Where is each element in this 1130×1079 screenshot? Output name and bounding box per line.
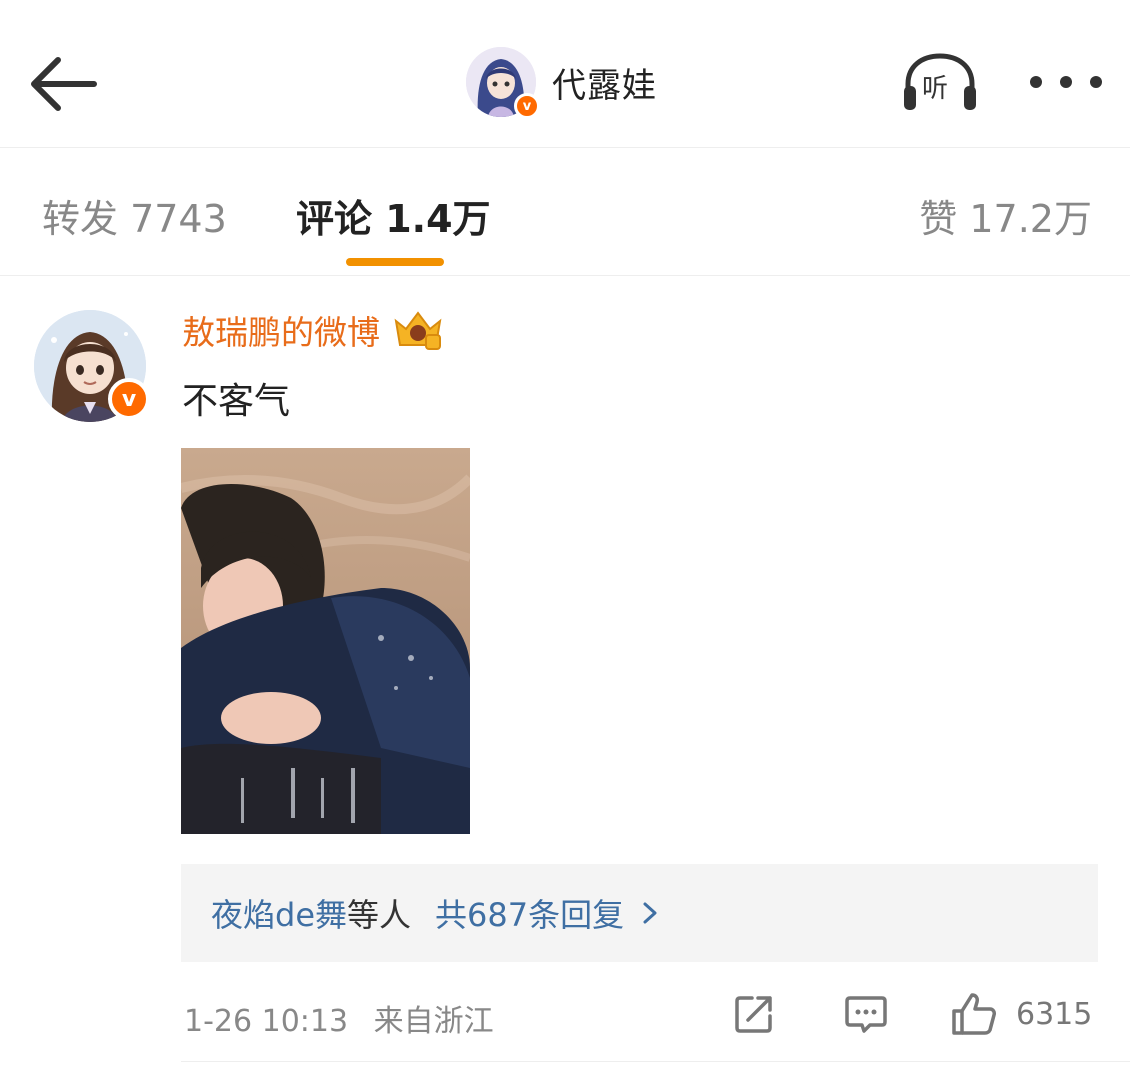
- more-dots-icon: [1030, 76, 1042, 88]
- reply-users[interactable]: 夜焰de舞: [211, 890, 347, 936]
- divider: [181, 1061, 1130, 1062]
- replies-summary[interactable]: 夜焰de舞 等人 共687条回复: [181, 864, 1098, 962]
- page-title: 代露娃: [552, 65, 657, 106]
- chevron-right-icon: [643, 902, 657, 924]
- commenter-name[interactable]: 敖瑞鹏的微博: [182, 306, 380, 354]
- tab-bar: 转发 7743 评论 1.4万 赞 17.2万: [0, 148, 1130, 276]
- comment-meta: 1-26 10:13 来自浙江: [184, 996, 494, 1040]
- author-avatar[interactable]: v: [466, 47, 540, 119]
- crown-fan-badge-icon: [394, 311, 442, 350]
- tab-repost[interactable]: 转发 7743: [42, 188, 227, 243]
- commenter-avatar[interactable]: v: [34, 310, 150, 422]
- verified-badge: v: [108, 378, 150, 420]
- verified-badge: v: [514, 93, 540, 119]
- reply-button[interactable]: [844, 992, 888, 1036]
- comment-time: 1-26 10:13: [184, 1004, 349, 1039]
- more-button[interactable]: [1030, 66, 1102, 98]
- comment-source: 来自浙江: [373, 1004, 494, 1039]
- share-icon: [735, 996, 772, 1033]
- reply-users-suffix: 等人: [347, 896, 412, 934]
- back-button[interactable]: [24, 48, 104, 118]
- profile-header[interactable]: v 代露娃: [466, 44, 657, 120]
- comment-image[interactable]: [181, 448, 470, 834]
- back-arrow-icon: [31, 57, 97, 111]
- commenter-name-row: 敖瑞鹏的微博: [182, 306, 444, 354]
- tab-comment[interactable]: 评论 1.4万: [296, 188, 491, 243]
- share-button[interactable]: [732, 992, 776, 1036]
- comment-text: 不客气: [182, 381, 291, 422]
- comment-icon: [845, 996, 887, 1033]
- like-button[interactable]: 6315: [950, 992, 1092, 1036]
- listen-label: 听: [922, 74, 949, 104]
- like-count: 6315: [1016, 996, 1093, 1032]
- thumbs-up-icon: [952, 993, 996, 1035]
- tab-like[interactable]: 赞 17.2万: [919, 188, 1092, 243]
- top-bar: v 代露娃 听: [0, 0, 1130, 148]
- listen-button[interactable]: 听: [900, 50, 980, 114]
- comment-item: v 敖瑞鹏的微博 不客气 夜焰de舞 等人 共687条回复 1-26 10:13…: [0, 276, 1130, 1079]
- active-tab-indicator: [346, 258, 444, 266]
- reply-count[interactable]: 共687条回复: [435, 890, 624, 936]
